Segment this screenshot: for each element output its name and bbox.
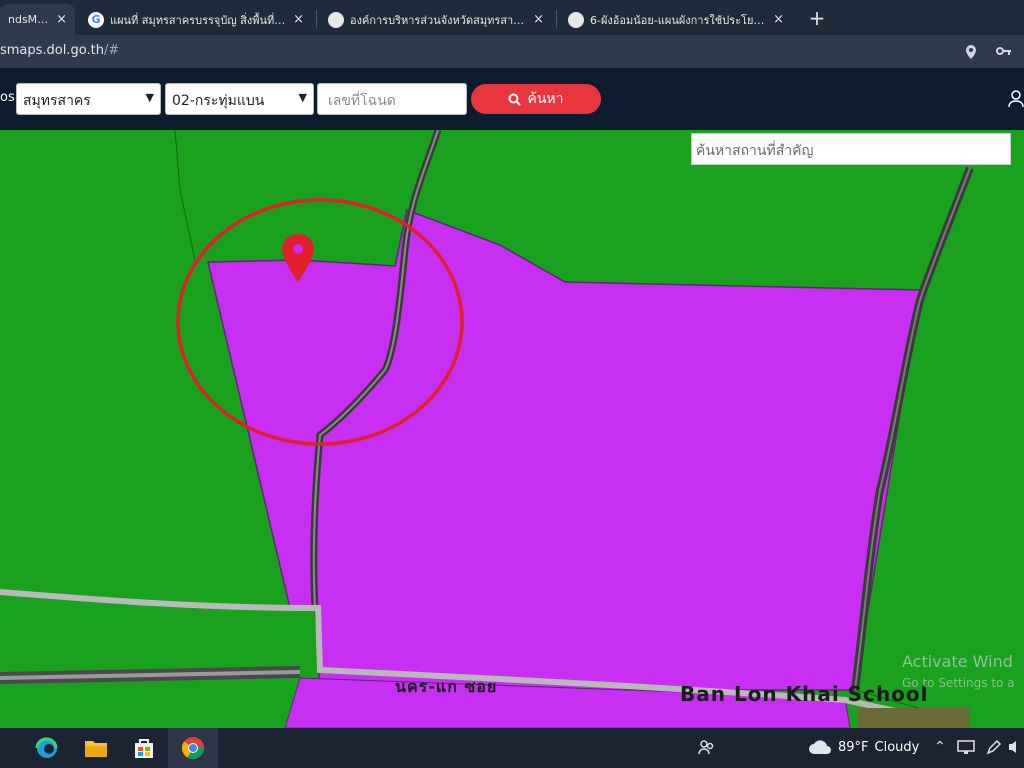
tab-zoning-plan[interactable]: 6-ผังอ้อมน้อย-แผนผังการใช้ประโยชน์ ×: [560, 4, 792, 35]
cloud-icon: [809, 740, 831, 754]
url-host: smaps.dol.go.th: [0, 43, 104, 58]
activate-windows-title: Activate Wind: [902, 652, 1013, 671]
close-icon[interactable]: ×: [293, 12, 304, 27]
chevron-up-icon[interactable]: ⌃: [934, 739, 946, 755]
weather-text: Cloudy: [874, 739, 920, 755]
province-select[interactable]: สมุทรสาคร ▼: [16, 83, 161, 115]
road-label: นคร-แก ซอย: [395, 677, 498, 696]
url-text[interactable]: smaps.dol.go.th/#: [0, 43, 119, 58]
search-button-label: ค้นหา: [527, 91, 564, 107]
land-parcel-main: [207, 208, 921, 691]
activate-windows-subtitle: Go to Settings to a: [902, 676, 1015, 690]
search-button[interactable]: ค้นหา: [471, 84, 601, 114]
tab-label: แผนที่ สมุทรสาครบรรจุบัญ สิ่งพื้นที่อุตส: [110, 13, 288, 27]
store-icon[interactable]: [131, 735, 157, 761]
network-icon[interactable]: [957, 739, 975, 759]
tab-label: ndsMaps: [8, 13, 50, 26]
province-select-value: สมุทรสาคร: [23, 93, 91, 109]
pen-icon[interactable]: [986, 739, 1002, 759]
file-explorer-icon[interactable]: [83, 735, 109, 761]
tab-pao[interactable]: องค์การบริหารส่วนจังหวัดสมุทรสาคร : ×: [320, 4, 552, 35]
chevron-down-icon: ▼: [298, 91, 307, 104]
tab-label: 6-ผังอ้อมน้อย-แผนผังการใช้ประโยชน์: [590, 13, 768, 27]
chevron-down-icon: ▼: [145, 91, 154, 104]
close-icon[interactable]: ×: [56, 12, 67, 27]
location-icon[interactable]: [964, 44, 978, 64]
new-tab-button[interactable]: +: [806, 6, 828, 30]
field-boundary: [174, 130, 196, 261]
close-icon[interactable]: ×: [773, 12, 784, 27]
search-icon: [508, 93, 522, 106]
map-tile-patch: [858, 708, 970, 728]
address-bar[interactable]: smaps.dol.go.th/#: [0, 35, 1024, 68]
tab-separator: [556, 10, 557, 28]
volume-icon[interactable]: [1008, 739, 1022, 759]
tab-separator: [316, 10, 317, 28]
weather-widget[interactable]: 89°F Cloudy: [808, 739, 919, 755]
tab-label: องค์การบริหารส่วนจังหวัดสมุทรสาคร :: [350, 13, 528, 27]
close-icon[interactable]: ×: [533, 12, 544, 27]
map-canvas: [0, 130, 974, 728]
people-icon[interactable]: [698, 739, 716, 759]
place-search-input[interactable]: ค้นหาสถานที่สำคัญ: [691, 133, 1011, 165]
map-view[interactable]: ค้นหาสถานที่สำคัญ นคร-แก ซอย Ban Lon Kha…: [0, 130, 1024, 728]
nav-label: os: [0, 90, 15, 105]
deed-number-input[interactable]: เลขที่โฉนด: [317, 83, 467, 115]
google-icon: G: [88, 11, 104, 28]
chrome-icon[interactable]: [180, 735, 206, 761]
district-select-value: 02-กระทุ่มแบน: [172, 93, 265, 109]
app-toolbar: os สมุทรสาคร ▼ 02-กระทุ่มแบน ▼ เลขที่โฉน…: [0, 68, 1024, 130]
tab-landsmaps[interactable]: ndsMaps ×: [0, 4, 75, 35]
district-select[interactable]: 02-กระทุ่มแบน ▼: [165, 83, 314, 115]
windows-taskbar: 89°F Cloudy ⌃: [0, 728, 1024, 768]
edge-icon[interactable]: [34, 735, 60, 761]
globe-icon: [568, 11, 584, 28]
url-path: /#: [103, 43, 120, 58]
tab-google-map[interactable]: G แผนที่ สมุทรสาครบรรจุบัญ สิ่งพื้นที่อุ…: [80, 4, 312, 35]
globe-icon: [328, 11, 344, 28]
user-icon[interactable]: [1008, 90, 1024, 112]
key-icon[interactable]: [996, 44, 1012, 62]
weather-temp: 89°F: [838, 739, 869, 755]
browser-tab-bar: ndsMaps × G แผนที่ สมุทรสาครบรรจุบัญ สิ่…: [0, 0, 1024, 35]
road-label: Ban Lon Khai School: [680, 682, 929, 706]
